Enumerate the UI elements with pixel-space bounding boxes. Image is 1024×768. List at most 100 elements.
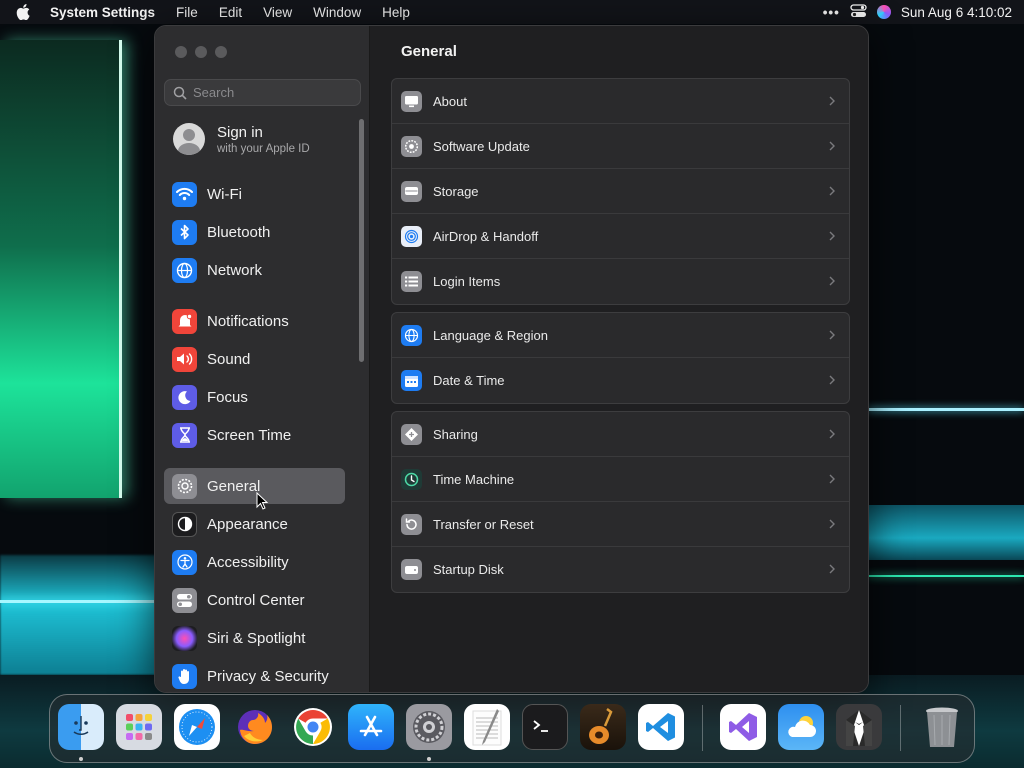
textedit-icon[interactable]: [464, 704, 510, 750]
row-time-machine[interactable]: Time Machine: [392, 457, 849, 502]
sidebar-item-accessibility[interactable]: Accessibility: [164, 544, 345, 580]
dock-separator: [702, 705, 703, 751]
sidebar-item-network[interactable]: Network: [164, 252, 345, 288]
gear-update-icon: [401, 135, 422, 157]
row-label: Time Machine: [433, 471, 515, 487]
weather-icon[interactable]: [778, 704, 824, 750]
zoom-button[interactable]: [215, 46, 227, 58]
search-input[interactable]: [193, 85, 353, 100]
sidebar-item-privacy-security[interactable]: Privacy & Security: [164, 658, 345, 692]
calendar-icon: [401, 370, 422, 391]
menu-app-name[interactable]: System Settings: [50, 5, 155, 20]
moon-icon: [172, 384, 197, 410]
sidebar-item-label: Wi-Fi: [207, 185, 242, 203]
settings-window: Sign in with your Apple ID Wi-Fi Bluetoo…: [154, 25, 869, 693]
window-controls: [175, 46, 227, 58]
chevron-right-icon: [829, 519, 835, 529]
chevron-right-icon: [829, 141, 835, 151]
minimize-button[interactable]: [195, 46, 207, 58]
menu-help[interactable]: Help: [382, 5, 410, 20]
siri-icon[interactable]: [876, 5, 891, 19]
close-button[interactable]: [175, 46, 187, 58]
dock-separator: [900, 705, 901, 751]
search-field[interactable]: [164, 79, 361, 106]
sidebar-item-notifications[interactable]: Notifications: [164, 303, 345, 339]
bluetooth-icon: [172, 219, 197, 245]
main-content: General About Software Update Storage Ai…: [370, 26, 868, 692]
chevron-right-icon: [829, 96, 835, 106]
row-label: Startup Disk: [433, 562, 504, 577]
chevron-right-icon: [829, 429, 835, 439]
app-store-icon[interactable]: [348, 704, 394, 750]
reset-icon: [401, 513, 422, 535]
row-language-region[interactable]: Language & Region: [392, 313, 849, 358]
finder-icon[interactable]: [58, 704, 104, 750]
sidebar-item-general[interactable]: General: [164, 468, 345, 504]
row-storage[interactable]: Storage: [392, 169, 849, 214]
sidebar-scrollbar[interactable]: [359, 119, 364, 362]
sidebar-item-label: Bluetooth: [207, 223, 271, 241]
wallpaper-light-line: [868, 575, 1024, 577]
terminal-icon[interactable]: [522, 704, 568, 750]
globe-icon: [172, 257, 197, 283]
vscode-icon[interactable]: [638, 704, 684, 750]
more-icon[interactable]: •••: [823, 5, 840, 20]
disk-icon: [401, 559, 422, 580]
row-startup-disk[interactable]: Startup Disk: [392, 547, 849, 592]
row-software-update[interactable]: Software Update: [392, 124, 849, 169]
row-transfer-reset[interactable]: Transfer or Reset: [392, 502, 849, 547]
control-center-icon[interactable]: [850, 3, 867, 21]
appearance-icon: [172, 511, 197, 537]
menu-window[interactable]: Window: [313, 5, 361, 20]
sharing-icon: [401, 423, 422, 445]
menu-clock[interactable]: Sun Aug 6 4:10:02: [901, 5, 1012, 20]
chevron-right-icon: [829, 474, 835, 484]
launchpad-icon[interactable]: [116, 704, 162, 750]
signin-subtitle: with your Apple ID: [217, 142, 310, 155]
chevron-right-icon: [829, 564, 835, 574]
row-label: Language & Region: [433, 327, 548, 343]
chevron-right-icon: [829, 375, 835, 385]
sidebar-item-wifi[interactable]: Wi-Fi: [164, 176, 345, 212]
menu-file[interactable]: File: [176, 5, 198, 20]
row-about[interactable]: About: [392, 79, 849, 124]
sidebar-item-control-center[interactable]: Control Center: [164, 582, 345, 618]
wallpaper-light-line: [868, 408, 1024, 411]
sidebar-item-appearance[interactable]: Appearance: [164, 506, 345, 542]
sidebar-item-sound[interactable]: Sound: [164, 341, 345, 377]
menu-view[interactable]: View: [263, 5, 292, 20]
safari-icon[interactable]: [174, 704, 220, 750]
sidebar-item-siri-spotlight[interactable]: Siri & Spotlight: [164, 620, 345, 656]
sidebar-item-label: Sound: [207, 350, 251, 368]
row-label: Date & Time: [433, 373, 505, 388]
hand-icon: [172, 663, 197, 689]
gear-icon: [172, 473, 197, 499]
sidebar-item-screen-time[interactable]: Screen Time: [164, 417, 345, 453]
sidebar-item-focus[interactable]: Focus: [164, 379, 345, 415]
system-settings-icon[interactable]: [406, 704, 452, 750]
firefox-icon[interactable]: [232, 704, 278, 750]
wallpaper-cyan-panel: [0, 555, 160, 675]
row-date-time[interactable]: Date & Time: [392, 358, 849, 403]
row-airdrop-handoff[interactable]: AirDrop & Handoff: [392, 214, 849, 259]
chrome-icon[interactable]: [290, 704, 336, 750]
accessibility-icon: [172, 549, 197, 575]
time-machine-icon: [401, 468, 422, 490]
toggles-icon: [172, 587, 197, 613]
visual-studio-icon[interactable]: [720, 704, 766, 750]
sidebar-item-bluetooth[interactable]: Bluetooth: [164, 214, 345, 250]
page-title: General: [401, 43, 457, 60]
row-sharing[interactable]: Sharing: [392, 412, 849, 457]
bell-icon: [172, 308, 197, 334]
trash-icon[interactable]: [919, 704, 965, 750]
wallpaper-light-line: [0, 600, 155, 603]
apple-menu-icon[interactable]: [12, 0, 34, 24]
menu-edit[interactable]: Edit: [219, 5, 242, 20]
apple-id-signin[interactable]: Sign in with your Apple ID: [173, 123, 310, 155]
alfred-icon[interactable]: [836, 704, 882, 750]
row-label: About: [433, 93, 467, 109]
row-label: AirDrop & Handoff: [433, 228, 539, 244]
sidebar-item-label: Control Center: [207, 591, 305, 609]
garageband-icon[interactable]: [580, 704, 626, 750]
row-login-items[interactable]: Login Items: [392, 259, 849, 304]
